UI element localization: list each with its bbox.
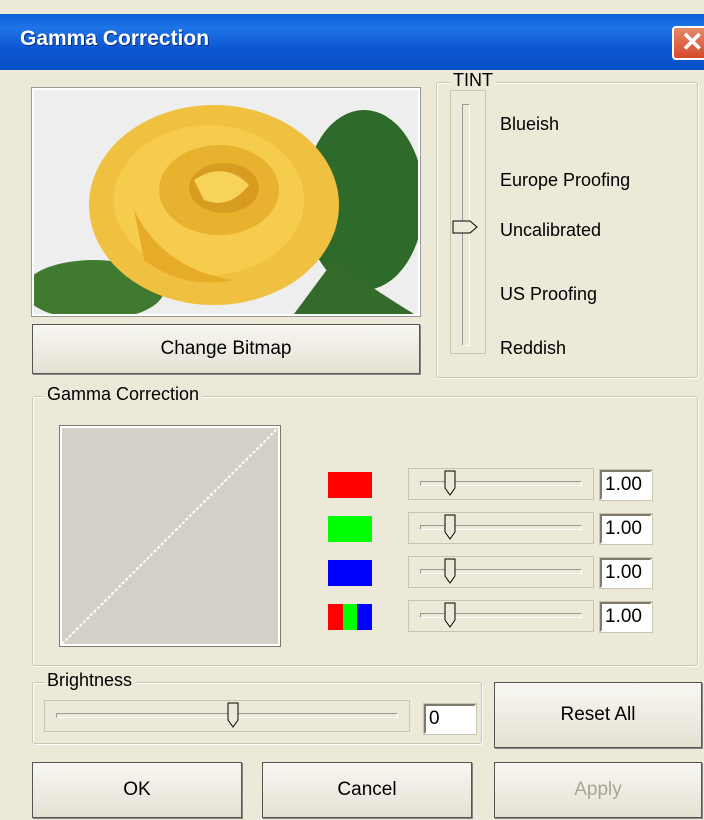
rgb-gamma-slider[interactable] (408, 600, 594, 632)
green-gamma-slider[interactable] (408, 512, 594, 544)
dialog-body: Change Bitmap TINT Blueish Europe Proofi… (0, 70, 704, 820)
reset-all-button[interactable]: Reset All (494, 682, 702, 748)
green-channel-swatch (328, 516, 372, 542)
red-gamma-value[interactable]: 1.00 (600, 470, 652, 500)
gamma-legend: Gamma Correction (44, 384, 203, 405)
tint-legend: TINT (450, 70, 496, 91)
ok-button[interactable]: OK (32, 762, 242, 818)
rgb-gamma-value[interactable]: 1.00 (600, 602, 652, 632)
tint-option-uncalibrated: Uncalibrated (500, 220, 602, 240)
title-bar[interactable]: Gamma Correction ✕ (0, 14, 704, 70)
brightness-slider[interactable] (44, 700, 410, 732)
close-button[interactable]: ✕ (672, 26, 704, 60)
cancel-button[interactable]: Cancel (262, 762, 472, 818)
rgb-channel-swatch (328, 604, 373, 630)
tint-slider-thumb[interactable] (452, 220, 478, 234)
window-title: Gamma Correction (20, 27, 210, 50)
tint-option-europe-proofing: Europe Proofing (500, 170, 631, 190)
blue-channel-swatch (328, 560, 372, 586)
close-icon: ✕ (681, 27, 704, 57)
brightness-value[interactable]: 0 (424, 704, 476, 734)
tint-option-blueish: Blueish (500, 114, 560, 134)
tint-option-us-proofing: US Proofing (500, 284, 598, 304)
blue-gamma-slider[interactable] (408, 556, 594, 588)
preview-image (32, 88, 420, 316)
brightness-legend: Brightness (44, 670, 136, 691)
gamma-curve-graph (60, 426, 280, 646)
change-bitmap-button[interactable]: Change Bitmap (32, 324, 420, 374)
apply-button[interactable]: Apply (494, 762, 702, 818)
red-channel-swatch (328, 472, 372, 498)
blue-gamma-value[interactable]: 1.00 (600, 558, 652, 588)
tint-option-reddish: Reddish (500, 338, 567, 358)
red-gamma-slider[interactable] (408, 468, 594, 500)
green-gamma-value[interactable]: 1.00 (600, 514, 652, 544)
